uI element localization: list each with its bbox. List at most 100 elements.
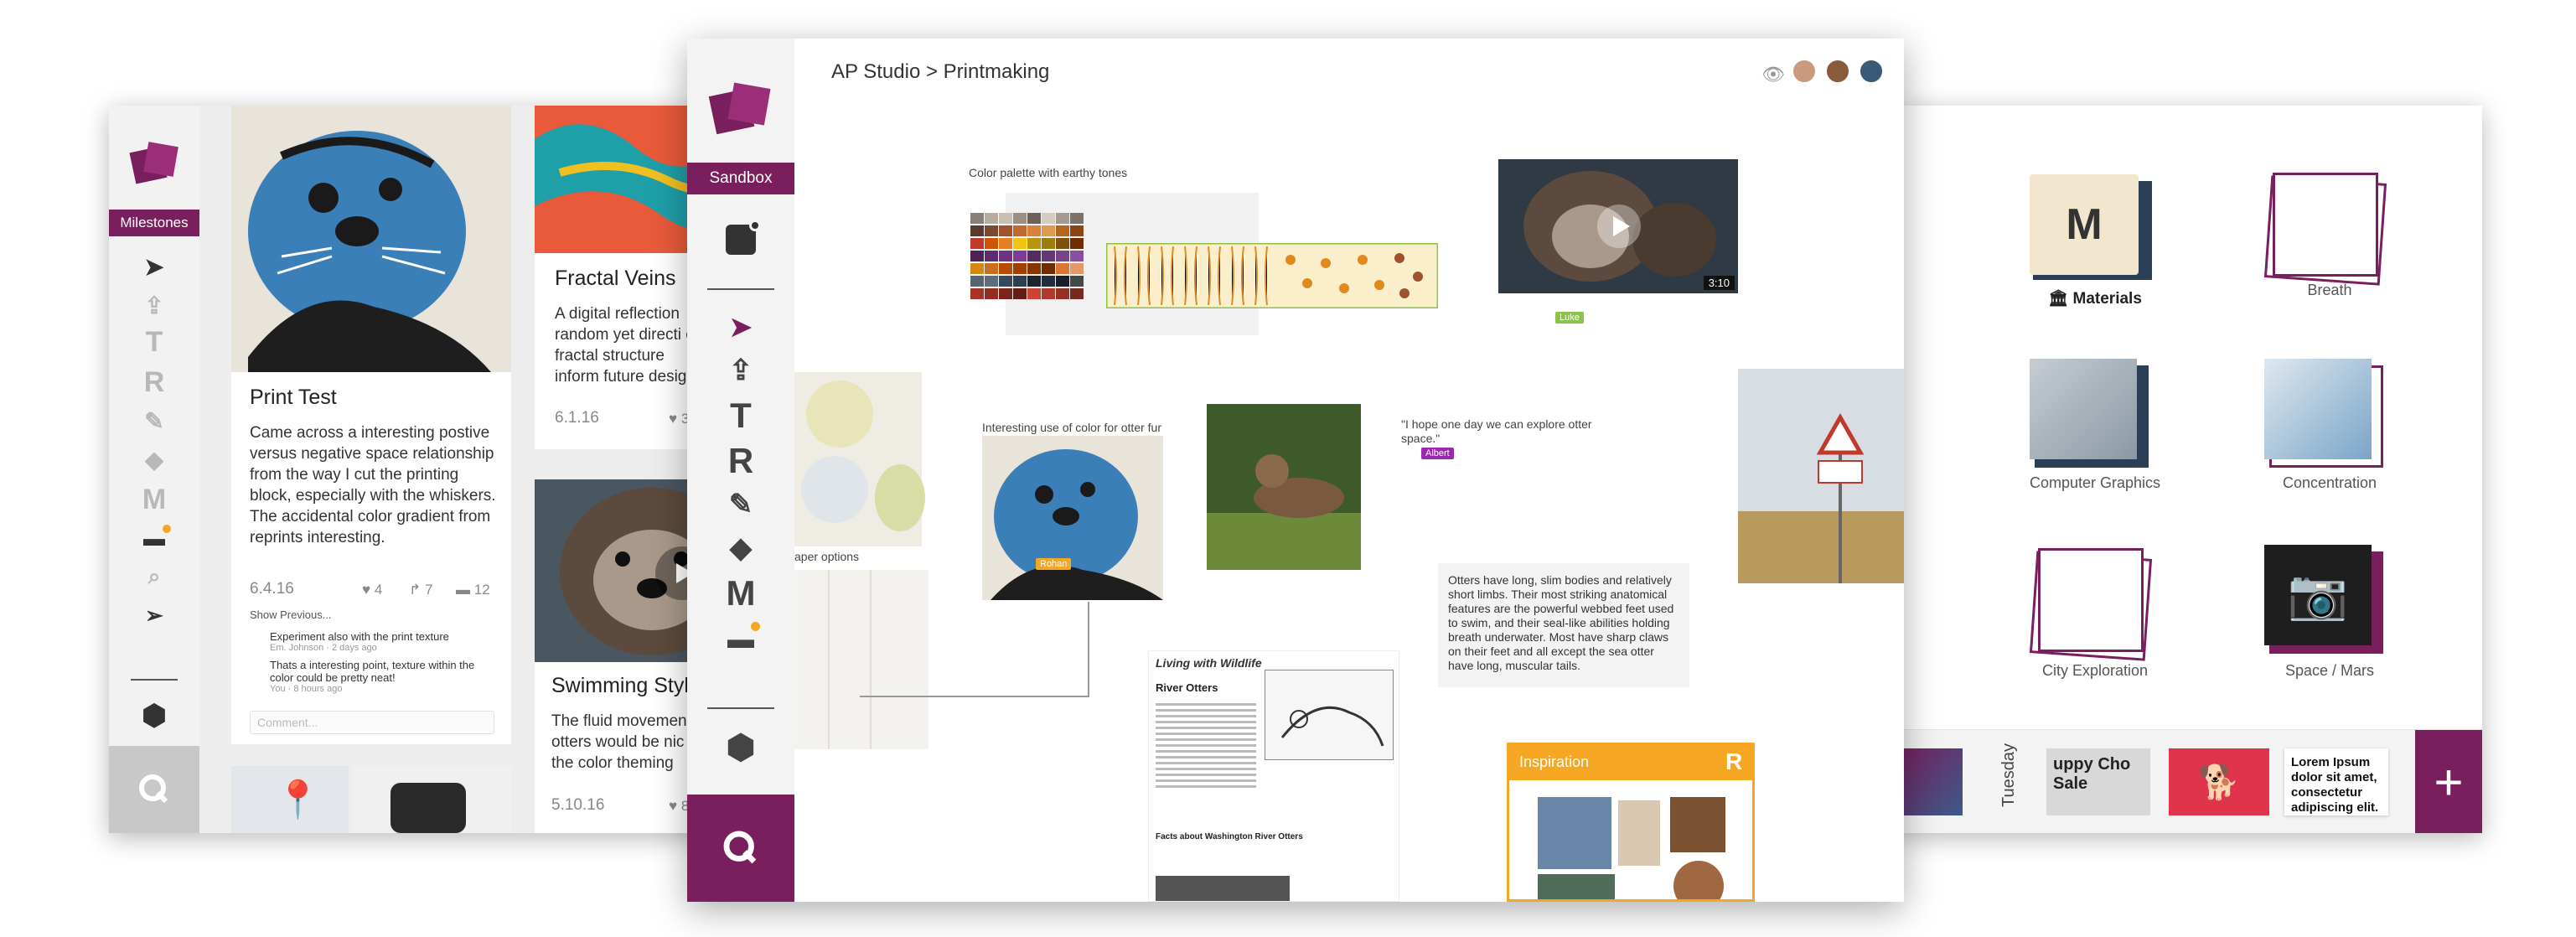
otter-photo[interactable] (1207, 404, 1361, 570)
palette-swatch (1013, 276, 1027, 287)
comment-icon[interactable]: ▬ (687, 617, 794, 660)
palette-swatch (1042, 238, 1055, 249)
palette-swatch (970, 263, 984, 274)
palette-swatch (1013, 251, 1027, 261)
comment-meta: Em. Johnson · 2 days ago (270, 643, 377, 653)
hexagon-icon[interactable]: ⬢ (109, 699, 199, 733)
add-button[interactable]: + (2415, 730, 2482, 833)
shapes-icon[interactable]: ◆ (109, 443, 199, 476)
otter-crossing-photo[interactable] (1738, 369, 1904, 583)
avatar[interactable] (1792, 59, 1817, 84)
palette-swatch (1027, 276, 1041, 287)
upload-icon[interactable]: ⇪ (109, 288, 199, 322)
palette-swatch (985, 213, 998, 224)
paper-samples-image[interactable] (794, 372, 925, 546)
doc-heading: River Otters (1156, 681, 1218, 694)
watch-card[interactable] (352, 766, 511, 833)
lorem-note[interactable]: Lorem Ipsum dolor sit amet, consectetur … (2284, 748, 2388, 815)
palette-swatch (970, 213, 984, 224)
shares-count[interactable]: ↱ 7 (409, 582, 432, 598)
show-previous-link[interactable]: Show Previous... (250, 608, 332, 621)
paper-swatch (875, 464, 925, 531)
avatar[interactable] (1859, 59, 1884, 84)
pen-icon[interactable]: ✎ (109, 404, 199, 437)
palette-swatch (1070, 225, 1084, 236)
q-button[interactable] (109, 746, 199, 833)
likes-count[interactable]: ♥ 4 (362, 582, 382, 598)
palette-swatch (1070, 238, 1084, 249)
palette-swatch (1027, 263, 1041, 274)
r-tool-icon[interactable]: R (687, 439, 794, 483)
zoom-icon[interactable]: ⌕ (109, 560, 199, 593)
select-arrow-icon[interactable]: ➤ (687, 305, 794, 349)
video-duration: 3:10 (1703, 276, 1735, 290)
computer-graphics-folder[interactable] (2030, 355, 2155, 481)
card-body: A digital reflection random yet directi … (555, 305, 700, 386)
dog-icon[interactable]: 🐕 (2169, 748, 2269, 815)
palette-swatch (1056, 251, 1069, 261)
shapes-icon[interactable]: ◆ (687, 526, 794, 570)
palette-swatch (1070, 263, 1084, 274)
breadcrumb-separator: > (925, 60, 938, 83)
materials-folder[interactable]: M (2030, 163, 2155, 288)
palette-swatch (1070, 213, 1084, 224)
upload-icon[interactable]: ⇪ (687, 349, 794, 392)
palette-swatch (1056, 276, 1069, 287)
city-exploration-folder[interactable] (2029, 541, 2155, 667)
new-card-icon[interactable] (687, 218, 794, 261)
view-eye-icon[interactable]: 👁 (1761, 64, 1785, 85)
play-icon[interactable] (1597, 204, 1641, 248)
likes-count[interactable]: ♥ 3 (669, 411, 689, 427)
text-tool-icon[interactable]: T (687, 394, 794, 437)
text-tool-icon[interactable]: T (109, 325, 199, 359)
watch-image (391, 783, 466, 833)
palette-swatch (1070, 251, 1084, 261)
comments-value: 12 (473, 582, 490, 598)
pen-icon[interactable]: ✎ (687, 483, 794, 526)
space-mars-folder[interactable]: 📷 (2264, 541, 2390, 667)
quote-text[interactable]: "I hope one day we can explore otter spa… (1401, 417, 1619, 446)
wildlife-document[interactable]: Living with Wildlife River Otters Facts … (1148, 650, 1399, 902)
inspiration-board[interactable]: Inspiration R (1507, 743, 1755, 902)
milestones-tab[interactable]: Milestones (109, 210, 199, 236)
likes-count[interactable]: ♥ 8 (669, 798, 689, 815)
select-arrow-icon[interactable]: ➤ (109, 250, 199, 283)
send-icon[interactable]: ➢ (109, 598, 199, 632)
color-palette-swatches[interactable] (970, 213, 1084, 305)
sandbox-tab[interactable]: Sandbox (687, 163, 794, 194)
paper-swatch (806, 380, 873, 448)
thumb-image[interactable] (1896, 748, 1963, 815)
otter-video[interactable]: 3:10 (1498, 159, 1738, 293)
rohan-cursor-tag: Rohan (1036, 558, 1072, 570)
sale-thumb[interactable]: uppy Cho Sale (2046, 748, 2150, 815)
palette-swatch (999, 251, 1012, 261)
breath-folder[interactable] (2263, 166, 2390, 292)
palette-swatch (1027, 288, 1041, 299)
otter-print-image[interactable] (982, 436, 1163, 600)
concentration-folder[interactable] (2264, 355, 2390, 481)
m-tool-icon[interactable]: M (109, 483, 199, 516)
comments-count[interactable]: ▬ 12 (456, 582, 490, 598)
breadcrumb-root[interactable]: AP Studio (831, 60, 920, 83)
q-button[interactable] (687, 795, 794, 902)
connector-line (860, 696, 1089, 697)
otter-print-art (982, 436, 1163, 600)
hexagon-icon[interactable]: ⬢ (687, 726, 794, 769)
avatar[interactable] (1825, 59, 1850, 84)
pattern-strip[interactable] (1106, 243, 1438, 308)
palette-swatch (1042, 225, 1055, 236)
r-tool-icon[interactable]: R (109, 365, 199, 399)
palette-swatch (970, 276, 984, 287)
otter-sketch (1280, 706, 1384, 747)
paper-texture-image[interactable] (794, 570, 928, 749)
folder-label: City Exploration (2041, 662, 2149, 679)
print-test-card[interactable]: Print Test Came across a interesting pos… (231, 106, 511, 744)
m-tool-icon[interactable]: M (687, 572, 794, 615)
main-sidebar: Sandbox ➤ ⇪ T R ✎ ◆ M ▬ ⬢ (687, 39, 794, 902)
folder-front: M (2030, 174, 2139, 275)
palette-swatch (1013, 238, 1027, 249)
comment-icon[interactable]: ▬ (109, 521, 199, 555)
comment-input[interactable]: Comment... (250, 711, 494, 734)
map-card[interactable]: 📍 (231, 766, 349, 833)
otter-facts-note[interactable]: Otters have long, slim bodies and relati… (1438, 563, 1689, 687)
